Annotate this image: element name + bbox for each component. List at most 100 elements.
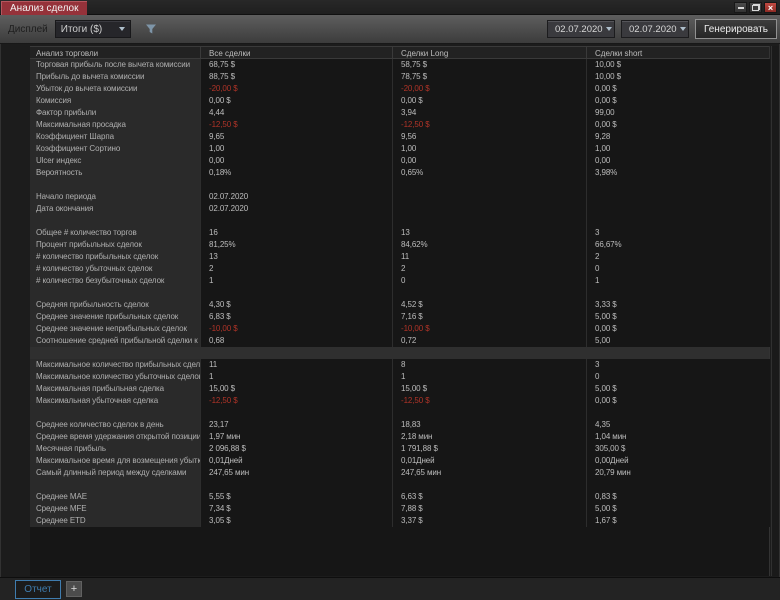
column-header-analysis: Анализ торговли (30, 47, 200, 58)
row-label: Коэффициент Шарпа (30, 131, 200, 143)
table-row: Среднее MAE5,55 $6,63 $0,83 $ (30, 491, 769, 503)
row-value: 4,35 (586, 419, 770, 431)
table-row: Месячная прибыль2 096,88 $1 791,88 $305,… (30, 443, 769, 455)
row-value: 1,00 (200, 143, 392, 155)
table-row: Средняя прибыльность сделок4,30 $4,52 $3… (30, 299, 769, 311)
row-value: 0,00 $ (586, 83, 770, 95)
row-value: 0,00 (586, 155, 770, 167)
row-value (586, 191, 770, 203)
row-value (200, 479, 392, 491)
row-label: Общее # количество торгов (30, 227, 200, 239)
row-value: 1,67 $ (586, 515, 770, 527)
window-title-tab[interactable]: Анализ сделок (1, 1, 87, 15)
column-header-long-trades: Сделки Long (392, 47, 586, 58)
restore-button[interactable] (749, 2, 762, 13)
row-label: Комиссия (30, 95, 200, 107)
row-value: 0,00 $ (200, 95, 392, 107)
row-value: 0,00 $ (586, 95, 770, 107)
row-value: 0,18% (200, 167, 392, 179)
row-value: 11 (200, 359, 392, 371)
tab-report[interactable]: Отчет (15, 580, 61, 599)
row-value: -10,00 $ (392, 323, 586, 335)
chevron-down-icon (680, 27, 686, 31)
row-value: 0 (392, 275, 586, 287)
titlebar: Анализ сделок × (0, 0, 780, 15)
row-value: 3,05 $ (200, 515, 392, 527)
row-label: Среднее ETD (30, 515, 200, 527)
toolbar: Дисплей Итоги ($) 02.07.2020 (0, 15, 780, 44)
row-value: 3,98% (586, 167, 770, 179)
row-label (30, 215, 200, 227)
row-label: Среднее значение неприбыльных сделок (30, 323, 200, 335)
row-value: 1 (586, 275, 770, 287)
row-value: 1,97 мин (200, 431, 392, 443)
row-value (586, 479, 770, 491)
table-row: Максимальная прибыльная сделка15,00 $15,… (30, 383, 769, 395)
row-value: 15,00 $ (200, 383, 392, 395)
row-value: 1 (392, 371, 586, 383)
chevron-down-icon (606, 27, 612, 31)
row-value: 3,33 $ (586, 299, 770, 311)
row-value: 4,44 (200, 107, 392, 119)
row-value: 7,88 $ (392, 503, 586, 515)
row-value (586, 179, 770, 191)
table-row: Максимальная просадка-12,50 $-12,50 $0,0… (30, 119, 769, 131)
table-row (30, 215, 769, 227)
table-row: Максимальное количество убыточных сделок… (30, 371, 769, 383)
row-value: 81,25% (200, 239, 392, 251)
row-value: -20,00 $ (392, 83, 586, 95)
row-label: Максимальное время для возмещения убытко… (30, 455, 200, 467)
row-value: 0,65% (392, 167, 586, 179)
column-header-short-trades: Сделки short (586, 47, 770, 58)
row-value: 1,00 (392, 143, 586, 155)
date-to-picker[interactable]: 02.07.2020 (621, 20, 689, 38)
row-label: Месячная прибыль (30, 443, 200, 455)
row-label: Максимальная просадка (30, 119, 200, 131)
table-row: Соотношение средней прибыльной сделки к … (30, 335, 769, 347)
row-value: 0,00 $ (586, 323, 770, 335)
row-value: 84,62% (392, 239, 586, 251)
row-label: # количество прибыльных сделок (30, 251, 200, 263)
generate-button[interactable]: Генерировать (695, 19, 777, 39)
trade-analysis-window: Анализ сделок × Дисплей Итоги ($) (0, 0, 780, 600)
row-value: 1 (200, 275, 392, 287)
add-tab-button[interactable]: + (66, 581, 82, 597)
table-row: Среднее MFE7,34 $7,88 $5,00 $ (30, 503, 769, 515)
row-label: Среднее количество сделок в день (30, 419, 200, 431)
close-button[interactable]: × (764, 2, 777, 13)
row-value: 88,75 $ (200, 71, 392, 83)
report-table-body: Торговая прибыль после вычета комиссии68… (30, 59, 769, 527)
row-label (30, 287, 200, 299)
table-row: Среднее ETD3,05 $3,37 $1,67 $ (30, 515, 769, 527)
scrollbar-track[interactable] (771, 46, 779, 576)
table-row: Общее # количество торгов16133 (30, 227, 769, 239)
row-value: 3 (586, 227, 770, 239)
row-label: # количество безубыточных сделок (30, 275, 200, 287)
row-value (586, 203, 770, 215)
row-value: 1 (200, 371, 392, 383)
row-value: 5,55 $ (200, 491, 392, 503)
table-row: Прибыль до вычета комиссии88,75 $78,75 $… (30, 71, 769, 83)
row-label: Среднее время удержания открытой позиции (30, 431, 200, 443)
minimize-icon (738, 7, 744, 9)
table-row: # количество прибыльных сделок13112 (30, 251, 769, 263)
row-value: 3 (586, 359, 770, 371)
row-value: 58,75 $ (392, 59, 586, 71)
window-controls: × (734, 2, 777, 13)
row-label: Максимальная убыточная сделка (30, 395, 200, 407)
row-label: Ulcer индекс (30, 155, 200, 167)
minimize-button[interactable] (734, 2, 747, 13)
row-value: 3,37 $ (392, 515, 586, 527)
filter-icon[interactable] (145, 23, 157, 35)
table-row: Среднее количество сделок в день23,1718,… (30, 419, 769, 431)
date-from-picker[interactable]: 02.07.2020 (547, 20, 615, 38)
row-value: -12,50 $ (200, 395, 392, 407)
row-label: Максимальное количество убыточных сделок… (30, 371, 200, 383)
row-value: 9,56 (392, 131, 586, 143)
row-value (200, 179, 392, 191)
row-value: 0,01Дней (392, 455, 586, 467)
row-value: 20,79 мин (586, 467, 770, 479)
display-select[interactable]: Итоги ($) (55, 20, 131, 38)
row-value: -12,50 $ (200, 119, 392, 131)
row-label: Соотношение средней прибыльной сделки к … (30, 335, 200, 347)
